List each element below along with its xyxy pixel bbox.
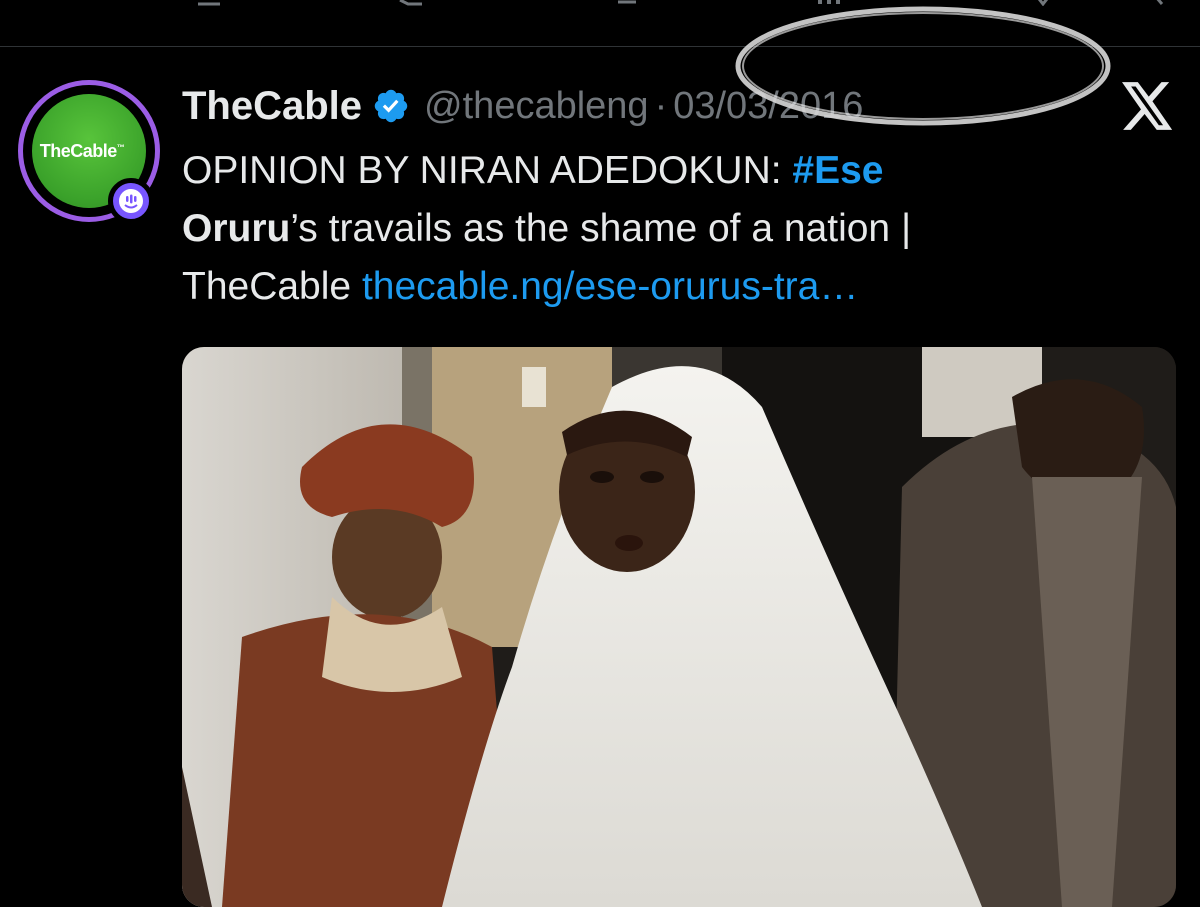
x-logo-icon	[1122, 82, 1173, 130]
date-highlight-ellipse	[735, 6, 1111, 126]
tweet-text-line1: OPINION BY NIRAN ADEDOKUN:	[182, 149, 793, 192]
photo-image	[182, 347, 1176, 907]
hashtag-link[interactable]: #Ese	[792, 149, 883, 192]
spaces-face-icon	[119, 189, 143, 213]
reply-icon[interactable]	[196, 0, 222, 6]
hashtag-continuation[interactable]: Oruru	[182, 207, 290, 250]
article-link[interactable]: thecable.ng/ese-orurus-tra…	[362, 265, 858, 308]
share-icon[interactable]	[1148, 0, 1174, 6]
spaces-live-icon[interactable]	[108, 178, 154, 224]
avatar-logo: TheCable™	[40, 141, 125, 162]
author-name[interactable]: TheCable	[182, 84, 362, 129]
tweet-photo[interactable]	[182, 347, 1176, 907]
avatar-logo-mark: ™	[116, 142, 125, 152]
repost-icon[interactable]	[398, 0, 424, 6]
tweet-text-line3: TheCable	[182, 265, 362, 308]
verified-badge-icon	[374, 89, 408, 123]
header-separator: ·	[654, 84, 668, 127]
author-handle[interactable]: @thecableng	[424, 85, 649, 128]
tweet-text: OPINION BY NIRAN ADEDOKUN: #Ese Oruru’s …	[182, 142, 1172, 316]
tweet-text-line2: ’s travails as the shame of a nation |	[290, 207, 912, 250]
like-icon[interactable]	[614, 0, 640, 6]
avatar-logo-text: TheCable	[39, 140, 118, 161]
